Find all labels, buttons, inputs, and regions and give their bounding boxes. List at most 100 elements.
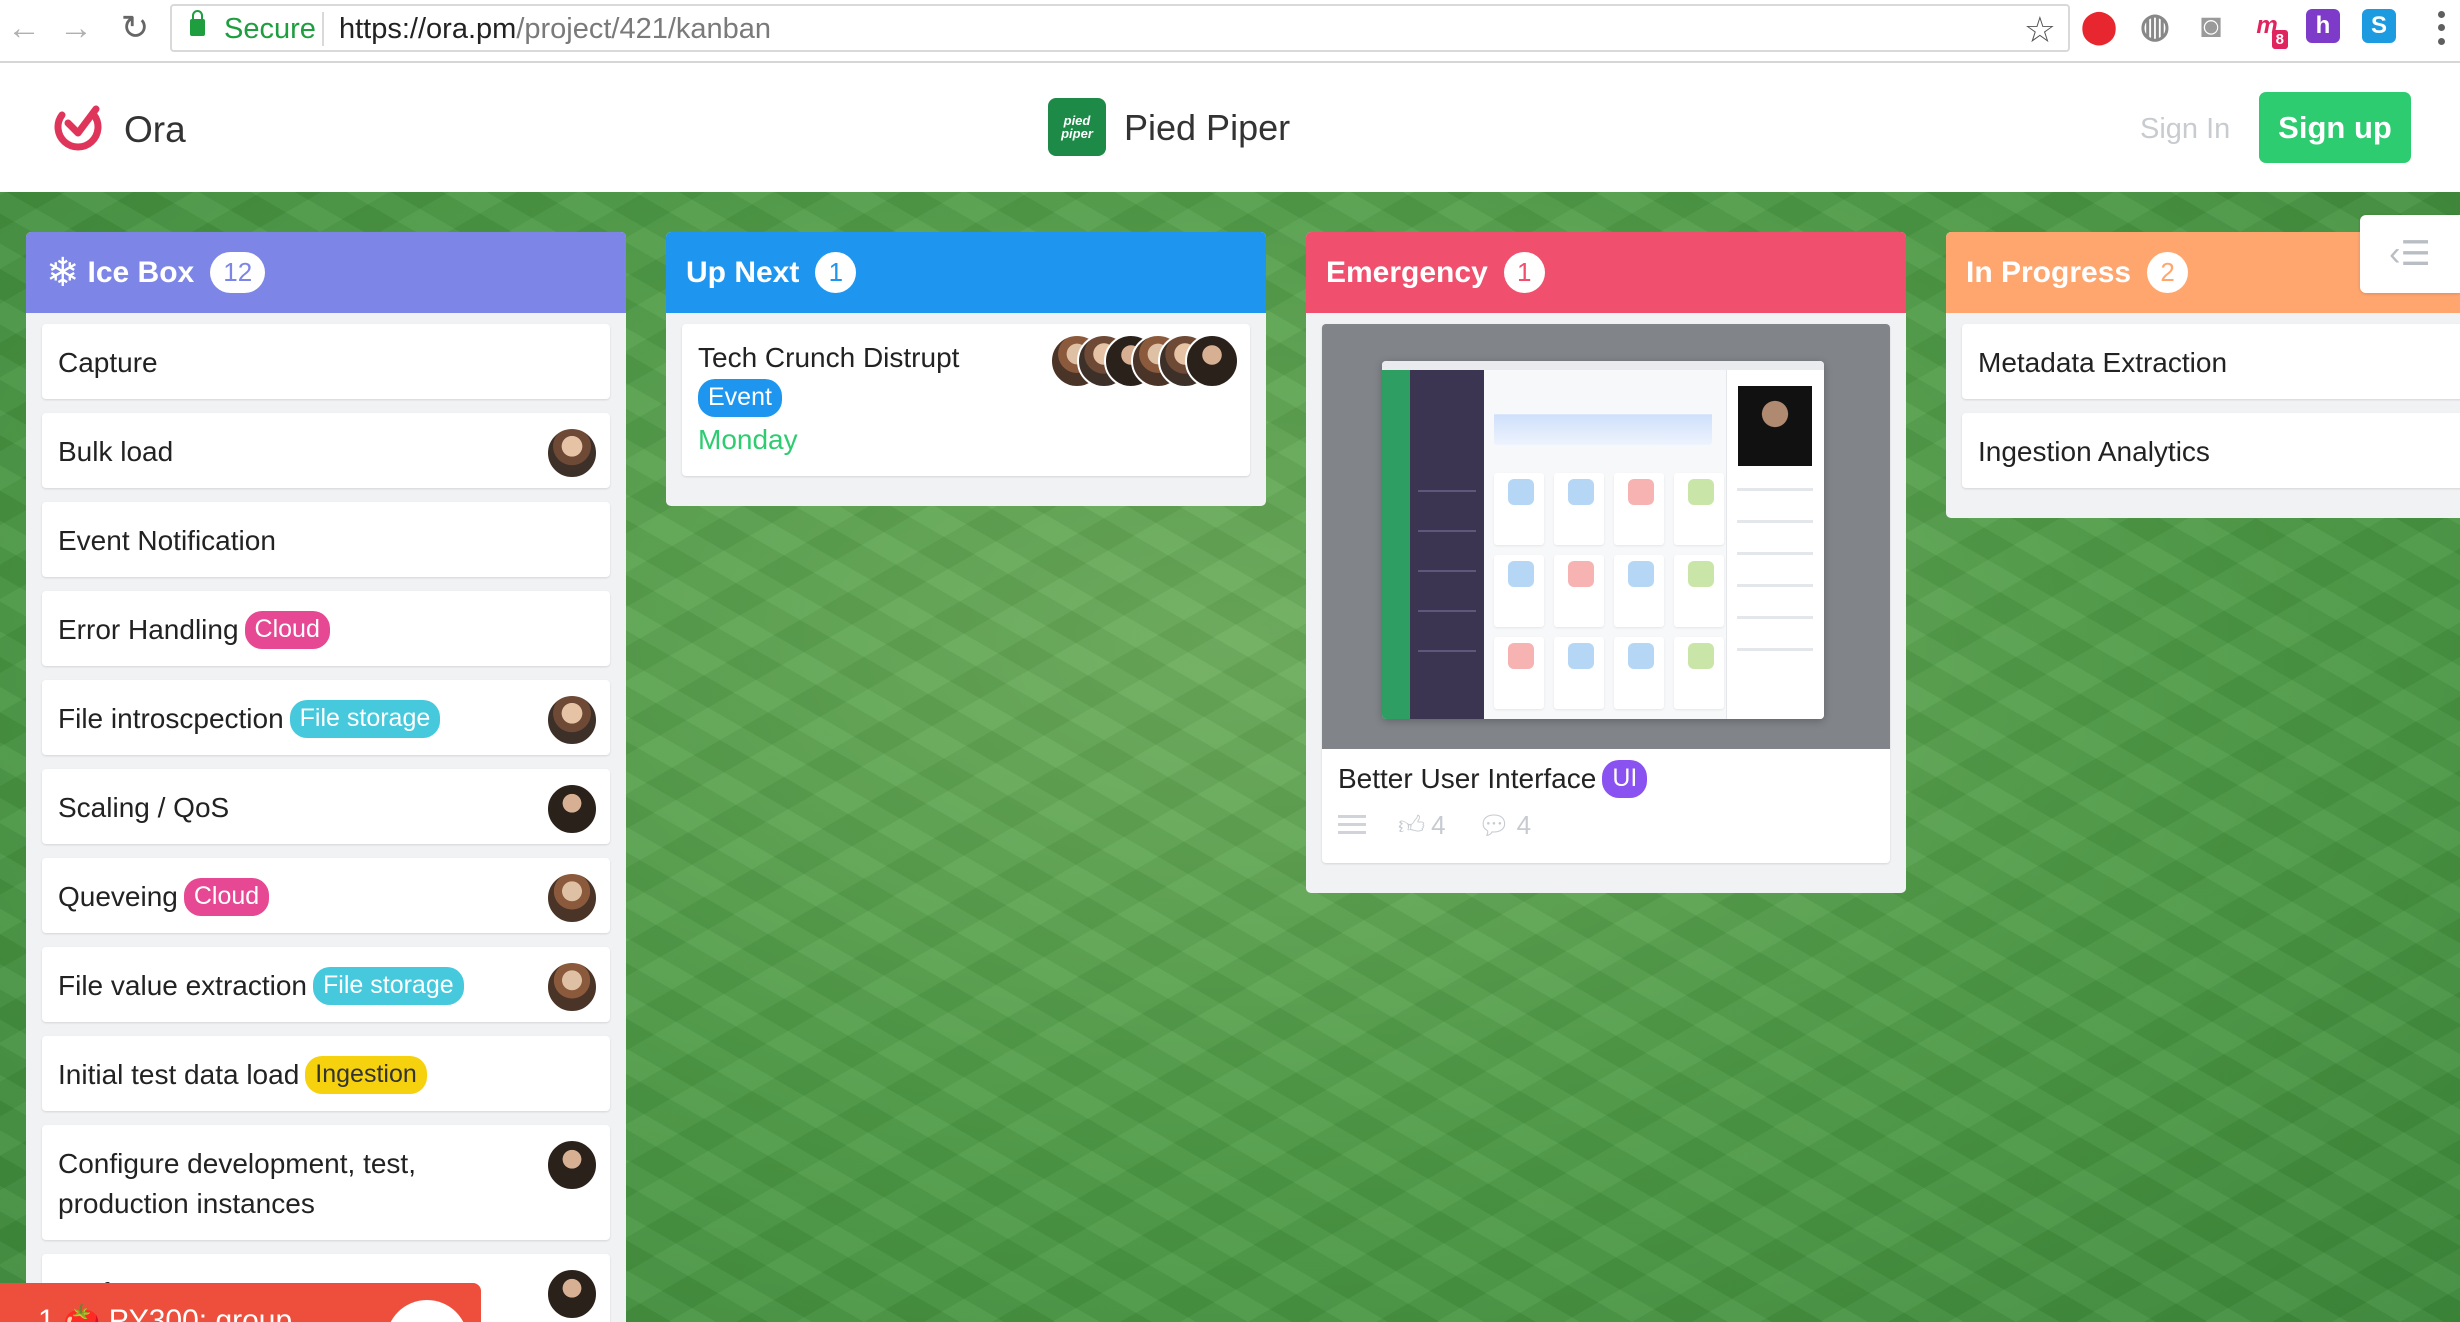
- card[interactable]: Queveing Cloud: [42, 858, 610, 933]
- comments[interactable]: 💬︎ 4: [1478, 805, 1531, 845]
- url-path: /project/421/kanban: [516, 13, 772, 45]
- url-host: ora.pm: [426, 13, 517, 45]
- card[interactable]: Ingestion Analytics: [1962, 413, 2460, 488]
- card[interactable]: Metadata Extraction: [1962, 324, 2460, 399]
- tag-cloud[interactable]: Cloud: [244, 611, 330, 649]
- card[interactable]: Initial test data load Ingestion: [42, 1036, 610, 1111]
- url-text[interactable]: https://ora.pm/project/421/kanban: [339, 13, 771, 46]
- card-stats: 👍︎ 4 💬︎ 4: [1338, 805, 1874, 845]
- sign-up-button[interactable]: Sign up: [2259, 92, 2411, 163]
- card[interactable]: Capture: [42, 324, 610, 399]
- card[interactable]: File value extraction File storage: [42, 947, 610, 1022]
- card-title: Metadata Extraction: [1978, 347, 2228, 378]
- notification-extension-icon[interactable]: m 8: [2250, 9, 2288, 49]
- tag-ui[interactable]: UI: [1602, 760, 1648, 798]
- project-logo[interactable]: pied piper: [1048, 98, 1106, 156]
- list-emergency: Emergency 1 Better User Interface UI 👍︎ …: [1306, 232, 1906, 893]
- list-up-next: Up Next 1 Tech Crunch Distrupt Event Mon…: [666, 232, 1266, 506]
- avatar[interactable]: [546, 961, 598, 1013]
- card-title: Scaling / QoS: [58, 792, 230, 823]
- globe-extension-icon[interactable]: ◍: [2138, 7, 2172, 45]
- card-title: Event Notification: [58, 525, 276, 556]
- camera-icon[interactable]: ◙: [2194, 7, 2228, 45]
- back-arrow-icon[interactable]: ←: [4, 8, 44, 48]
- thumbs-up-icon: 👍︎: [1398, 810, 1426, 840]
- avatar[interactable]: [546, 783, 598, 835]
- card[interactable]: Event Notification: [42, 502, 610, 577]
- list-header[interactable]: ❄ Ice Box 12: [26, 232, 626, 313]
- tag-event[interactable]: Event: [698, 379, 782, 417]
- sidebar-toggle-icon[interactable]: ‹☰: [2360, 215, 2460, 293]
- card[interactable]: Scaling / QoS: [42, 769, 610, 844]
- avatar: [1185, 334, 1239, 388]
- card-title: Tech Crunch Distrupt: [698, 342, 960, 373]
- avatar[interactable]: [546, 1139, 598, 1191]
- card-count-badge: 1: [1503, 252, 1545, 293]
- description-icon: [1338, 815, 1366, 835]
- card-title: File value extraction: [58, 970, 308, 1001]
- like-count: 4: [1431, 810, 1446, 840]
- tag-file-storage[interactable]: File storage: [313, 967, 464, 1005]
- forward-arrow-icon[interactable]: →: [56, 8, 96, 48]
- tag-file-storage[interactable]: File storage: [289, 700, 441, 738]
- browser-menu-icon[interactable]: [2436, 8, 2446, 48]
- card-title: Initial test data load: [58, 1059, 300, 1090]
- list-title: Ice Box: [87, 255, 195, 289]
- s-extension-icon[interactable]: S: [2362, 9, 2396, 43]
- sign-in-link[interactable]: Sign In: [2140, 113, 2230, 146]
- card-title: Capture: [58, 347, 158, 378]
- card-title: Bulk load: [58, 436, 174, 467]
- card-count-badge: 12: [210, 252, 266, 293]
- card[interactable]: Bulk load: [42, 413, 610, 488]
- avatar[interactable]: [546, 872, 598, 924]
- card-list: Tech Crunch Distrupt Event Monday: [666, 313, 1266, 506]
- card-title: Ingestion Analytics: [1978, 436, 2210, 467]
- browser-toolbar: ← → ↻ Secure https://ora.pm/project/421/…: [0, 0, 2460, 63]
- tag-cloud[interactable]: Cloud: [183, 878, 270, 916]
- lock-icon: [190, 10, 205, 36]
- member-avatars[interactable]: [1050, 334, 1240, 390]
- snowflake-icon: ❄: [46, 250, 80, 295]
- card-title: Queveing: [58, 881, 178, 912]
- url-scheme: https://: [339, 13, 427, 45]
- h-extension-icon[interactable]: h: [2306, 9, 2340, 43]
- card-title: Configure development, test, production …: [58, 1148, 416, 1219]
- avatar[interactable]: [546, 694, 598, 746]
- opera-icon[interactable]: ⬤: [2081, 8, 2117, 44]
- tag-ingestion[interactable]: Ingestion: [305, 1056, 427, 1094]
- ora-logo-icon[interactable]: [52, 103, 104, 151]
- project-logo-text: pied piper: [1061, 113, 1093, 141]
- list-header[interactable]: Up Next 1: [666, 232, 1266, 313]
- card-count-badge: 1: [815, 252, 857, 293]
- due-date: Monday: [698, 424, 798, 455]
- avatar[interactable]: [546, 1268, 598, 1320]
- card[interactable]: File introscpection File storage: [42, 680, 610, 755]
- dashboard-screenshot-image: [1382, 361, 1824, 719]
- url-divider: [322, 12, 324, 46]
- address-bar[interactable]: Secure https://ora.pm/project/421/kanban…: [170, 4, 2070, 52]
- app-name[interactable]: Ora: [124, 109, 186, 151]
- card-list: Metadata Extraction Ingestion Analytics: [1946, 313, 2460, 518]
- list-header[interactable]: Emergency 1: [1306, 232, 1906, 313]
- app-header: Ora pied piper Pied Piper Sign In Sign u…: [0, 65, 2460, 192]
- bookmark-star-icon[interactable]: ☆: [2024, 9, 2056, 51]
- likes[interactable]: 👍︎ 4: [1398, 805, 1446, 845]
- reload-icon[interactable]: ↻: [115, 8, 155, 48]
- card-title: Better User Interface: [1338, 763, 1597, 794]
- comment-icon: 💬︎: [1477, 810, 1511, 840]
- card-details: Better User Interface UI 👍︎ 4 💬︎ 4: [1322, 749, 1890, 863]
- list-title: In Progress: [1966, 255, 2132, 289]
- project-name[interactable]: Pied Piper: [1124, 107, 1290, 149]
- secure-label: Secure: [224, 13, 316, 45]
- card[interactable]: Tech Crunch Distrupt Event Monday: [682, 324, 1250, 476]
- card[interactable]: Configure development, test, production …: [42, 1125, 610, 1240]
- card-cover-image: [1322, 324, 1890, 749]
- card-list: Capture Bulk load Event Notification Err…: [26, 313, 626, 1322]
- extension-badge: 8: [2271, 30, 2288, 49]
- avatar[interactable]: [546, 427, 598, 479]
- card[interactable]: Better User Interface UI 👍︎ 4 💬︎ 4: [1322, 324, 1890, 863]
- notification-text: 1 🍅 PY300: group: [38, 1304, 293, 1322]
- card[interactable]: Error Handling Cloud: [42, 591, 610, 666]
- list-title: Emergency: [1326, 255, 1488, 289]
- list-ice-box: ❄ Ice Box 12 Capture Bulk load Event Not…: [26, 232, 626, 1322]
